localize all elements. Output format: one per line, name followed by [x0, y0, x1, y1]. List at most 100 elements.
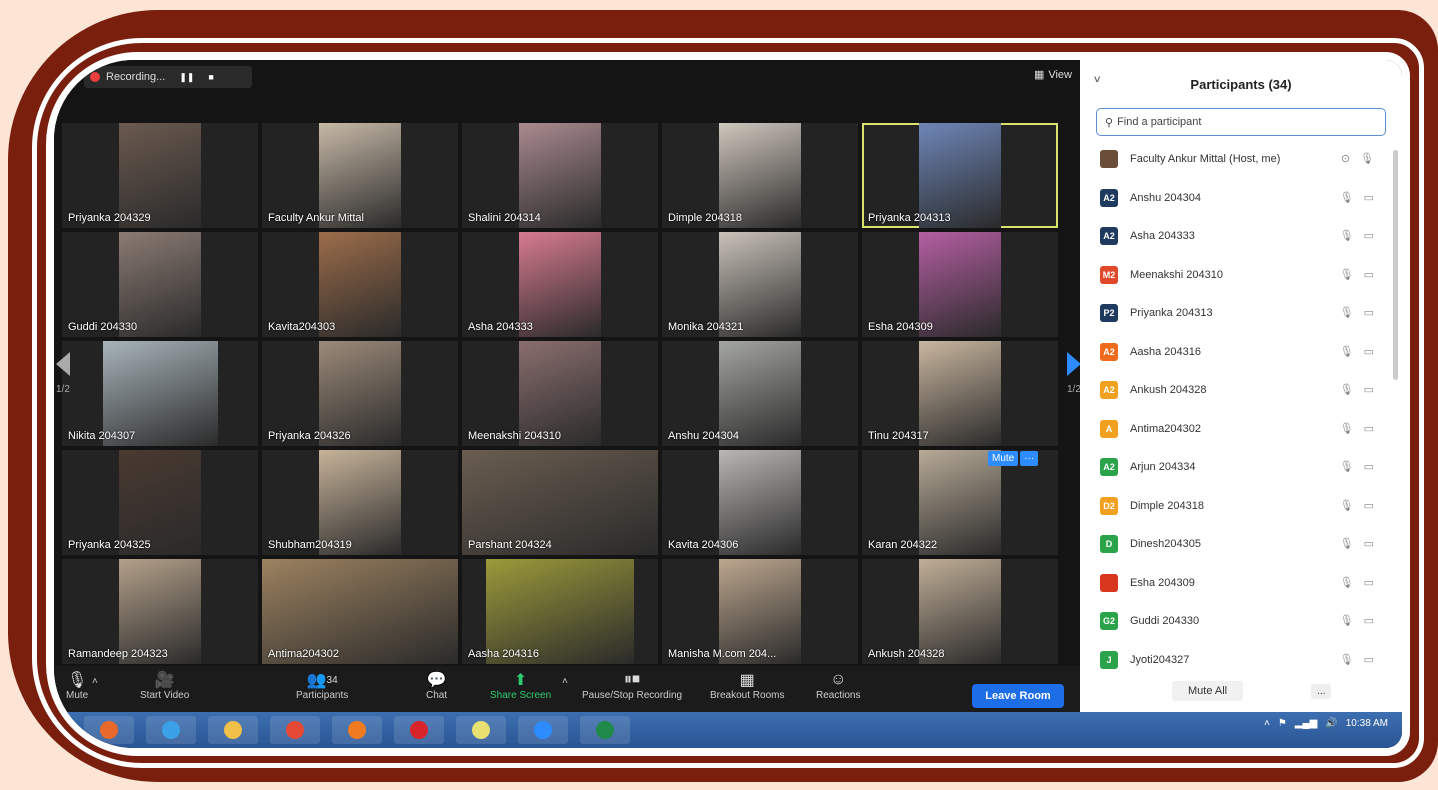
chat-button[interactable]: 💬 Chat [426, 670, 447, 701]
taskbar-app[interactable] [394, 716, 444, 744]
clock[interactable]: 10:38 AM [1346, 718, 1388, 729]
volume-icon[interactable]: 🔊 [1325, 718, 1337, 729]
participants-button[interactable]: 👥 34 Participants [296, 670, 348, 701]
microphone-muted-icon[interactable]: 🎙 [1340, 653, 1354, 666]
video-tile[interactable]: Shalini 204314 [462, 123, 658, 228]
video-tile[interactable]: Kavita 204306 [662, 450, 858, 555]
microphone-muted-icon[interactable]: 🎙 [1340, 268, 1354, 281]
reactions-button[interactable]: ☺ Reactions [816, 670, 860, 701]
participant-row[interactable]: A2 Ankush 204328 🎙 ▭ [1080, 371, 1402, 410]
video-tile[interactable]: Kavita204303 [262, 232, 458, 337]
view-button[interactable]: ▦ View [1034, 68, 1072, 82]
mute-button[interactable]: 🎙 Mute [66, 670, 88, 701]
participant-row[interactable]: P2 Priyanka 204313 🎙 ▭ [1080, 294, 1402, 333]
video-off-icon[interactable]: ▭ [1364, 460, 1374, 473]
participant-row[interactable]: A2 Aasha 204316 🎙 ▭ [1080, 333, 1402, 372]
video-tile[interactable]: Asha 204333 [462, 232, 658, 337]
video-tile[interactable]: Ankush 204328 [862, 559, 1058, 664]
taskbar-app[interactable] [332, 716, 382, 744]
video-tile[interactable]: Guddi 204330 [62, 232, 258, 337]
microphone-muted-icon[interactable]: 🎙 [1340, 576, 1354, 589]
recording-indicator[interactable]: Recording... ❚❚ ■ [84, 66, 252, 88]
video-off-icon[interactable]: ▭ [1364, 383, 1374, 396]
video-off-icon[interactable]: ▭ [1364, 229, 1374, 242]
taskbar-app[interactable] [580, 716, 630, 744]
video-tile[interactable]: Anshu 204304 [662, 341, 858, 446]
video-tile[interactable]: Ramandeep 204323 [62, 559, 258, 664]
participant-row[interactable]: A Antima204302 🎙 ▭ [1080, 410, 1402, 449]
microphone-muted-icon[interactable]: 🎙 [1340, 422, 1354, 435]
video-tile[interactable]: Esha 204309 [862, 232, 1058, 337]
microphone-icon[interactable]: 🎙 [1360, 152, 1374, 165]
microphone-muted-icon[interactable]: 🎙 [1340, 345, 1354, 358]
flag-icon[interactable]: ⚑ [1278, 718, 1287, 729]
pause-stop-recording-button[interactable]: ⏸⏹ Pause/Stop Recording [582, 670, 682, 701]
video-tile[interactable]: Priyanka 204329 [62, 123, 258, 228]
video-tile[interactable]: Faculty Ankur Mittal [262, 123, 458, 228]
video-tile[interactable]: Priyanka 204313 [862, 123, 1058, 228]
participant-row[interactable]: D2 Dimple 204318 🎙 ▭ [1080, 487, 1402, 526]
share-screen-button[interactable]: ⬆ Share Screen [490, 670, 551, 701]
tile-mute-button[interactable]: Mute [988, 451, 1019, 466]
microphone-muted-icon[interactable]: 🎙 [1340, 614, 1354, 627]
pause-icon[interactable]: ❚❚ [179, 72, 194, 83]
video-tile[interactable]: Monika 204321 [662, 232, 858, 337]
video-tile[interactable]: Nikita 204307 [62, 341, 258, 446]
participant-row[interactable]: M2 Meenakshi 204310 🎙 ▭ [1080, 256, 1402, 295]
microphone-muted-icon[interactable]: 🎙 [1340, 306, 1354, 319]
video-off-icon[interactable]: ▭ [1364, 306, 1374, 319]
participant-row-host[interactable]: Faculty Ankur Mittal (Host, me) ⊙ 🎙 [1080, 140, 1402, 179]
video-off-icon[interactable]: ▭ [1364, 653, 1374, 666]
video-tile[interactable]: Manisha M.com 204... [662, 559, 858, 664]
taskbar-app[interactable] [84, 716, 134, 744]
video-off-icon[interactable]: ▭ [1364, 191, 1374, 204]
taskbar-app[interactable] [518, 716, 568, 744]
next-page-button[interactable]: 1/2 [1067, 352, 1081, 395]
microphone-muted-icon[interactable]: 🎙 [1340, 537, 1354, 550]
video-tile[interactable]: Parshant 204324 [462, 450, 658, 555]
microphone-muted-icon[interactable]: 🎙 [1340, 383, 1354, 396]
video-off-icon[interactable]: ▭ [1364, 614, 1374, 627]
taskbar-app[interactable] [146, 716, 196, 744]
taskbar-app[interactable] [270, 716, 320, 744]
stop-icon[interactable]: ■ [208, 72, 213, 82]
participant-row[interactable]: Esha 204309 🎙 ▭ [1080, 564, 1402, 603]
tile-more-button[interactable]: ··· [1020, 451, 1039, 466]
leave-room-button[interactable]: Leave Room [972, 684, 1064, 708]
participant-row[interactable]: A2 Arjun 204334 🎙 ▭ [1080, 448, 1402, 487]
video-tile[interactable]: Tinu 204317 [862, 341, 1058, 446]
video-off-icon[interactable]: ▭ [1364, 499, 1374, 512]
panel-scrollbar[interactable] [1393, 150, 1398, 380]
video-tile[interactable]: Meenakshi 204310 [462, 341, 658, 446]
video-off-icon[interactable]: ▭ [1364, 537, 1374, 550]
audio-options-caret[interactable]: ˄ [92, 676, 98, 687]
video-off-icon[interactable]: ▭ [1364, 422, 1374, 435]
more-button[interactable]: ... [1311, 683, 1332, 699]
start-video-button[interactable]: 🎥 Start Video [140, 670, 189, 701]
video-off-icon[interactable]: ▭ [1364, 268, 1374, 281]
video-tile[interactable]: Dimple 204318 [662, 123, 858, 228]
participant-row[interactable]: A2 Asha 204333 🎙 ▭ [1080, 217, 1402, 256]
participant-row[interactable]: A2 Anshu 204304 🎙 ▭ [1080, 179, 1402, 218]
participant-row[interactable]: G2 Guddi 204330 🎙 ▭ [1080, 602, 1402, 641]
taskbar-app[interactable] [208, 716, 258, 744]
video-tile[interactable]: Aasha 204316 [462, 559, 658, 664]
previous-page-button[interactable]: 1/2 [56, 352, 70, 395]
video-tile[interactable]: Shubham204319 [262, 450, 458, 555]
video-off-icon[interactable]: ▭ [1364, 345, 1374, 358]
video-tile[interactable]: Priyanka 204326 [262, 341, 458, 446]
participant-row[interactable]: D Dinesh204305 🎙 ▭ [1080, 525, 1402, 564]
microphone-muted-icon[interactable]: 🎙 [1340, 229, 1354, 242]
taskbar-app[interactable] [456, 716, 506, 744]
microphone-muted-icon[interactable]: 🎙 [1340, 499, 1354, 512]
show-hidden-icons-icon[interactable]: ˄ [1264, 718, 1270, 729]
participant-search-input[interactable]: ⚲ Find a participant [1096, 108, 1386, 136]
mute-all-button[interactable]: Mute All [1172, 681, 1244, 701]
share-options-caret[interactable]: ˄ [562, 676, 568, 687]
chevron-down-icon[interactable]: ˅ [1094, 74, 1100, 86]
video-tile[interactable]: Antima204302 [262, 559, 458, 664]
microphone-muted-icon[interactable]: 🎙 [1340, 191, 1354, 204]
signal-icon[interactable]: ▂▄▆ [1295, 718, 1317, 729]
breakout-rooms-button[interactable]: ▦ Breakout Rooms [710, 670, 784, 701]
video-tile[interactable]: Priyanka 204325 [62, 450, 258, 555]
